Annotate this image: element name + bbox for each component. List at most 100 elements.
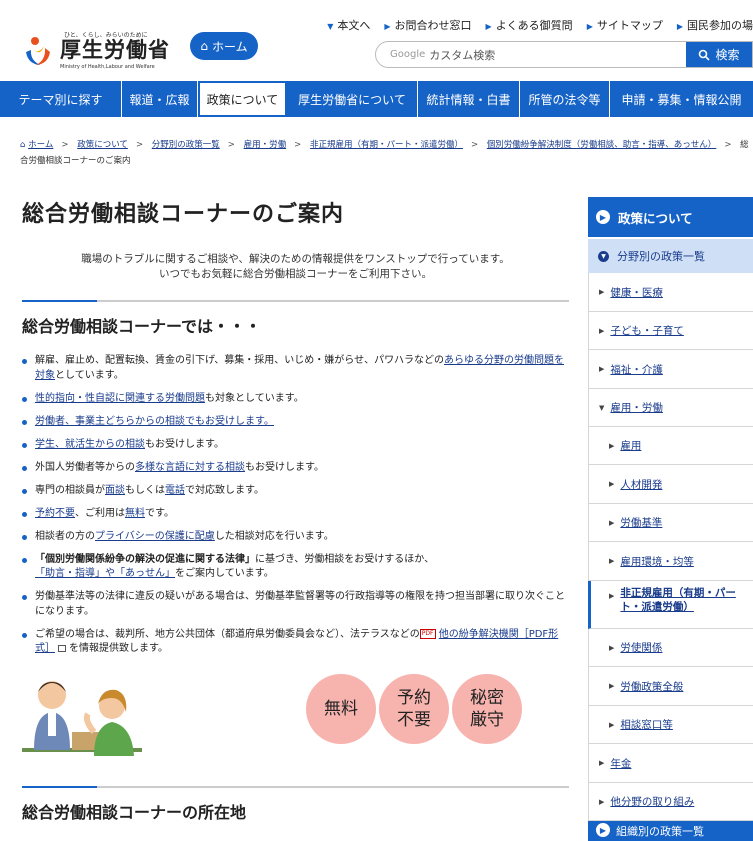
lead-text: 職場のトラブルに関するご相談や、解決のための情報提供をワンストップで行っています… <box>81 253 510 280</box>
chevron-right-icon: ▶ <box>599 797 605 806</box>
chevron-right-icon: ▶ <box>609 557 615 565</box>
chevron-right-icon: ▶ <box>596 823 610 837</box>
badge-free: 無料 <box>306 674 376 744</box>
gnav-laws[interactable]: 所管の法令等 <box>520 81 610 117</box>
top-link-participation[interactable]: ▶ 国民参加の場 <box>677 17 753 33</box>
sidebar-item-labor-standards[interactable]: ▶ 労働基準 <box>588 504 753 542</box>
advice-mediation-link[interactable]: 「助言・指導」や「あっせん」 <box>35 568 175 579</box>
top-link-sitemap[interactable]: ▶ サイトマップ <box>587 17 663 33</box>
list-item: ご希望の場合は、裁判所、地方公共団体（都道府県労働委員会など）、法テラスなどの P… <box>22 628 569 657</box>
privacy-link[interactable]: プライバシーの保護に配慮 <box>95 531 215 542</box>
list-item: 学生、就活生からの相談もお受けします。 <box>22 438 569 453</box>
gnav-theme[interactable]: テーマ別に探す <box>0 81 122 117</box>
sidebar-item-consultation[interactable]: ▶ 相談窓口等 <box>588 706 753 744</box>
section-heading-locations: 総合労働相談コーナーの所在地 <box>22 786 569 823</box>
search-icon <box>699 49 711 61</box>
chevron-right-icon: ▶ <box>599 288 605 296</box>
global-nav: テーマ別に探す 報道・広報 政策について 厚生労働省について 統計情報・白書 所… <box>0 81 753 117</box>
gnav-statistics[interactable]: 統計情報・白書 <box>418 81 520 117</box>
gnav-about[interactable]: 厚生労働省について <box>287 81 418 117</box>
section-heading-features: 総合労働相談コーナーでは・・・ <box>22 300 569 337</box>
breadcrumb-home[interactable]: ホーム <box>28 140 53 150</box>
chevron-right-icon: ▶ <box>599 326 605 335</box>
breadcrumb-current: 合労働相談コーナーのご案内 <box>20 156 131 166</box>
page-title: 総合労働相談コーナーのご案内 <box>22 202 345 227</box>
list-item: 解雇、雇止め、配置転換、賃金の引下げ、募集・採用、いじめ・嫌がらせ、パワハラなど… <box>22 354 569 383</box>
both-parties-link[interactable]: 労働者、事業主どちらからの相談でもお受けします。 <box>35 416 274 427</box>
chevron-right-icon: ▶ <box>599 365 605 373</box>
sidebar-item-pension[interactable]: ▶ 年金 <box>588 744 753 783</box>
list-item: 労働基準法等の法律に違反の疑いがある場合は、労働基準監督署等の行政指導等の権限を… <box>22 590 569 619</box>
top-links: ▼ 本文へ ▶ お問合わせ窓口 ▶ よくある御質問 ▶ サイトマップ ▶ 国民参加の場 <box>327 17 753 33</box>
search-button[interactable]: 検索 <box>686 42 752 67</box>
google-brand: Google <box>390 49 426 60</box>
sidebar-item-other-fields[interactable]: ▶ 他分野の取り組み <box>588 783 753 821</box>
breadcrumb: ⌂ ホーム > 政策について > 分野別の政策一覧 > 雇用・労働 > 非正規雇用（有期… <box>20 140 749 166</box>
feature-badges: 無料 予約 不要 秘密 厳守 <box>306 674 522 744</box>
interview-link[interactable]: 面談 <box>105 485 125 496</box>
mhlw-logo-icon <box>23 36 53 66</box>
badge-no-reservation: 予約 不要 <box>379 674 449 744</box>
breadcrumb-employment[interactable]: 雇用・労働 <box>244 140 287 150</box>
site-logo[interactable]: 厚生労働省 Ministry of Health,Labour and Welf… <box>20 30 170 70</box>
sidebar-org-policies[interactable]: ▶ 組織別の政策一覧 <box>588 821 753 841</box>
external-window-icon <box>58 644 66 652</box>
home-button[interactable]: ⌂ ホーム <box>190 32 258 60</box>
top-link-faq[interactable]: ▶ よくある御質問 <box>486 17 573 33</box>
sidebar: ▶ 政策について ▼ 分野別の政策一覧 ▶ 健康・医療 ▶ 子ども・子育て ▶ 福祉・… <box>588 197 753 841</box>
sidebar-head[interactable]: ▶ 政策について <box>588 197 753 237</box>
home-icon: ⌂ <box>200 39 208 53</box>
chevron-down-icon: ▼ <box>599 403 605 412</box>
sidebar-item-hr-development[interactable]: ▶ 人材開発 <box>588 465 753 504</box>
search-input[interactable]: Google カスタム検索 <box>376 42 686 67</box>
chevron-right-icon: ▶ <box>609 720 615 729</box>
breadcrumb-policy[interactable]: 政策について <box>77 140 128 150</box>
list-item: 相談者の方のプライバシーの保護に配慮した相談対応を行います。 <box>22 530 569 545</box>
sidebar-item-koyou[interactable]: ▶ 雇用 <box>588 427 753 465</box>
feature-list: 解雇、雇止め、配置転換、賃金の引下げ、募集・採用、いじめ・嫌がらせ、パワハラなど… <box>22 354 569 657</box>
search-box: Google カスタム検索 検索 <box>375 41 753 68</box>
breadcrumb-fields[interactable]: 分野別の政策一覧 <box>152 140 220 150</box>
sidebar-sub[interactable]: ▼ 分野別の政策一覧 <box>588 237 753 273</box>
list-item: 「個別労働関係紛争の解決の促進に関する法律」に基づき、労働相談をお受けするほか、… <box>22 553 569 582</box>
logo-english: Ministry of Health,Labour and Welfare <box>60 64 155 70</box>
chevron-right-icon: ▶ <box>609 480 615 488</box>
top-link-contact[interactable]: ▶ お問合わせ窓口 <box>384 17 471 33</box>
sidebar-item-welfare[interactable]: ▶ 福祉・介護 <box>588 350 753 389</box>
chevron-right-icon: ▶ <box>609 682 615 690</box>
list-item: 外国人労働者等からの多様な言語に対する相談もお受けします。 <box>22 461 569 476</box>
sidebar-item-labor-policy[interactable]: ▶ 労働政策全般 <box>588 667 753 706</box>
logo-name: 厚生労働省 <box>60 38 170 62</box>
home-icon: ⌂ <box>20 140 26 150</box>
gnav-applications[interactable]: 申請・募集・情報公開 <box>610 81 753 117</box>
gnav-press[interactable]: 報道・広報 <box>122 81 198 117</box>
list-item: 性的指向・性自認に関連する労働問題も対象としています。 <box>22 392 569 407</box>
chevron-right-icon: ▶ <box>609 592 615 600</box>
sidebar-item-employment[interactable]: ▼ 雇用・労働 <box>588 389 753 427</box>
sidebar-item-labor-relations[interactable]: ▶ 労使関係 <box>588 629 753 667</box>
list-item: 予約不要、ご利用は無料です。 <box>22 507 569 522</box>
students-link[interactable]: 学生、就活生からの相談 <box>35 439 145 450</box>
phone-link[interactable]: 電話 <box>165 485 185 496</box>
no-reservation-link[interactable]: 予約不要 <box>35 508 75 519</box>
sidebar-item-children[interactable]: ▶ 子ども・子育て <box>588 312 753 350</box>
top-link-skip[interactable]: ▼ 本文へ <box>327 17 370 33</box>
chevron-right-icon: ▶ <box>599 759 605 767</box>
breadcrumb-dispute[interactable]: 個別労働紛争解決制度（労働相談、助言・指導、あっせん） <box>487 140 717 150</box>
chevron-down-icon: ▼ <box>598 250 609 262</box>
free-link[interactable]: 無料 <box>125 508 145 519</box>
gnav-policy[interactable]: 政策について <box>198 81 287 117</box>
sidebar-item-health[interactable]: ▶ 健康・医療 <box>588 273 753 312</box>
badge-confidential: 秘密 厳守 <box>452 674 522 744</box>
search-placeholder: カスタム検索 <box>429 48 496 62</box>
languages-link[interactable]: 多様な言語に対する相談 <box>135 462 245 473</box>
breadcrumb-nonregular[interactable]: 非正規雇用（有期・パート・派遣労働） <box>310 140 463 150</box>
pdf-icon: PDF <box>419 628 436 639</box>
sidebar-item-equality[interactable]: ▶ 雇用環境・均等 <box>588 542 753 581</box>
chevron-right-icon: ▶ <box>609 518 615 527</box>
chevron-right-icon: ▶ <box>609 643 615 652</box>
sidebar-item-nonregular[interactable]: ▶ 非正規雇用（有期・パート・派遣労働） <box>588 581 753 629</box>
list-item: 専門の相談員が面談もしくは電話で対応致します。 <box>22 484 569 499</box>
sogi-link[interactable]: 性的指向・性自認に関連する労働問題 <box>35 393 205 404</box>
main-content: 総合労働相談コーナーのご案内 職場のトラブルに関するご相談や、解決のための情報提… <box>22 190 569 822</box>
